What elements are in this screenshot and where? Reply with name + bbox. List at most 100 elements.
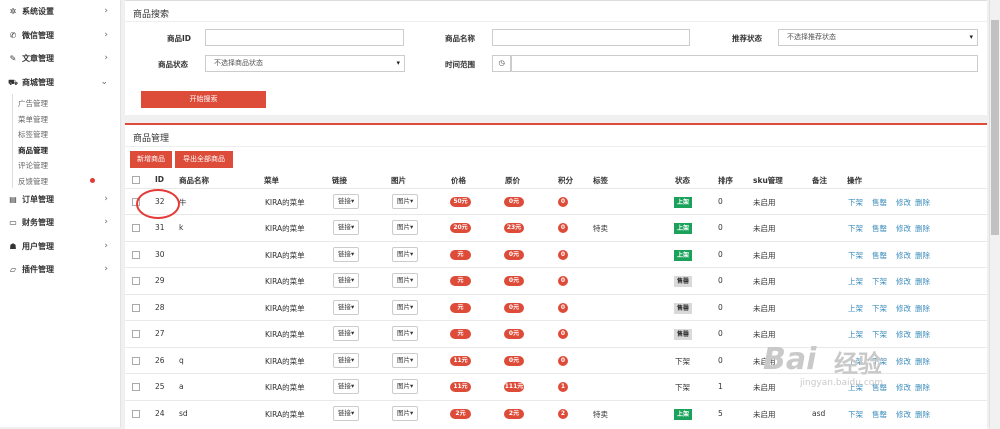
action-delete-link[interactable]: 删除 xyxy=(915,276,930,287)
row-checkbox[interactable] xyxy=(132,383,140,391)
row-checkbox[interactable] xyxy=(132,277,140,285)
action-down-link[interactable]: 下架 xyxy=(872,303,887,314)
sidebar-item-system[interactable]: ✲ 系统设置 › xyxy=(0,1,120,23)
image-dropdown[interactable]: 图片▾ xyxy=(392,300,419,315)
action-sold-link[interactable]: 售罄 xyxy=(872,223,887,234)
sidebar-subitem-ads[interactable]: 广告管理 xyxy=(18,98,48,109)
goods-name-input[interactable] xyxy=(492,29,690,46)
link-dropdown[interactable]: 链接▾ xyxy=(333,300,360,315)
image-dropdown-label: 图片 xyxy=(397,276,410,284)
orig-price-badge: 0元 xyxy=(504,276,524,286)
image-dropdown[interactable]: 图片▾ xyxy=(392,353,419,368)
action-delete-link[interactable]: 删除 xyxy=(915,409,930,420)
link-dropdown[interactable]: 链接▾ xyxy=(333,353,360,368)
action-edit-link[interactable]: 修改 xyxy=(896,197,911,208)
cell-sku: 未启用 xyxy=(753,383,776,392)
action-delete-link[interactable]: 删除 xyxy=(915,223,930,234)
row-checkbox[interactable] xyxy=(132,304,140,312)
sidebar-subitem-comments[interactable]: 评论管理 xyxy=(18,160,48,171)
action-edit-link[interactable]: 修改 xyxy=(896,223,911,234)
action-delete-link[interactable]: 删除 xyxy=(915,329,930,340)
image-dropdown-label: 图片 xyxy=(397,356,410,364)
scrollbar-thumb[interactable] xyxy=(991,20,999,235)
export-goods-button[interactable]: 导出全部商品 xyxy=(175,151,233,168)
column-header-price: 价格 xyxy=(451,176,466,185)
action-delete-link[interactable]: 删除 xyxy=(915,250,930,261)
table-row: 29 KIRA的菜单 链接▾ 图片▾ 元 0元 0 售罄 0 未启用 上架 下架 修改 删除 xyxy=(125,267,987,294)
scrollbar[interactable] xyxy=(989,0,1000,427)
row-checkbox[interactable] xyxy=(132,330,140,338)
sidebar-item-orders[interactable]: ▤ 订单管理 › xyxy=(0,189,120,211)
action-up-link[interactable]: 上架 xyxy=(848,303,863,314)
column-header-tag: 标签 xyxy=(593,176,608,185)
image-dropdown[interactable]: 图片▾ xyxy=(392,273,419,288)
caret-down-icon: ▾ xyxy=(351,276,355,284)
link-dropdown[interactable]: 链接▾ xyxy=(333,379,360,394)
action-sold-link[interactable]: 售罄 xyxy=(872,197,887,208)
sidebar-item-mall[interactable]: ⛟ 商城管理 ⌄ xyxy=(0,72,120,94)
row-checkbox[interactable] xyxy=(132,410,140,418)
recommend-select[interactable]: 不选择推荐状态 ▾ xyxy=(778,29,978,46)
sidebar-item-wechat[interactable]: ✆ 微信管理 › xyxy=(0,25,120,47)
link-dropdown[interactable]: 链接▾ xyxy=(333,220,360,235)
time-range-input[interactable] xyxy=(511,55,978,72)
action-down-link[interactable]: 下架 xyxy=(872,276,887,287)
row-checkbox[interactable] xyxy=(132,251,140,259)
action-edit-link[interactable]: 修改 xyxy=(896,329,911,340)
action-sold-link[interactable]: 售罄 xyxy=(872,250,887,261)
action-down-link[interactable]: 下架 xyxy=(848,223,863,234)
action-up-link[interactable]: 上架 xyxy=(848,329,863,340)
action-delete-link[interactable]: 删除 xyxy=(915,382,930,393)
image-dropdown[interactable]: 图片▾ xyxy=(392,220,419,235)
image-dropdown[interactable]: 图片▾ xyxy=(392,194,419,209)
cell-id: 27 xyxy=(155,329,165,338)
caret-down-icon: ▾ xyxy=(351,356,355,364)
action-delete-link[interactable]: 删除 xyxy=(915,356,930,367)
image-dropdown[interactable]: 图片▾ xyxy=(392,247,419,262)
sidebar-item-plugins[interactable]: ▱ 插件管理 › xyxy=(0,259,120,281)
cell-name: 牛 xyxy=(179,198,187,207)
sidebar-subitem-goods[interactable]: 商品管理 xyxy=(18,145,48,156)
add-goods-button[interactable]: 新增商品 xyxy=(130,151,172,168)
action-edit-link[interactable]: 修改 xyxy=(896,276,911,287)
link-dropdown[interactable]: 链接▾ xyxy=(333,326,360,341)
action-edit-link[interactable]: 修改 xyxy=(896,303,911,314)
action-edit-link[interactable]: 修改 xyxy=(896,250,911,261)
row-checkbox[interactable] xyxy=(132,357,140,365)
image-dropdown[interactable]: 图片▾ xyxy=(392,326,419,341)
sidebar-item-finance[interactable]: ▭ 财务管理 › xyxy=(0,212,120,234)
sidebar-item-article[interactable]: ✎ 文章管理 › xyxy=(0,48,120,70)
link-dropdown[interactable]: 链接▾ xyxy=(333,247,360,262)
action-down-link[interactable]: 下架 xyxy=(848,409,863,420)
action-down-link[interactable]: 下架 xyxy=(848,250,863,261)
caret-down-icon: ▾ xyxy=(351,329,355,337)
sidebar-item-users[interactable]: ☗ 用户管理 › xyxy=(0,236,120,258)
link-dropdown[interactable]: 链接▾ xyxy=(333,273,360,288)
sidebar-subitem-feedback[interactable]: 反馈管理 xyxy=(18,176,48,187)
action-delete-link[interactable]: 删除 xyxy=(915,197,930,208)
link-dropdown[interactable]: 链接▾ xyxy=(333,194,360,209)
image-dropdown[interactable]: 图片▾ xyxy=(392,379,419,394)
cell-sort: 0 xyxy=(718,223,723,232)
action-down-link[interactable]: 下架 xyxy=(872,329,887,340)
action-delete-link[interactable]: 删除 xyxy=(915,303,930,314)
caret-down-icon: ▾ xyxy=(410,250,414,258)
link-dropdown[interactable]: 链接▾ xyxy=(333,406,360,421)
start-search-button[interactable]: 开始搜索 xyxy=(141,91,266,108)
cell-id: 28 xyxy=(155,303,165,312)
goods-status-select[interactable]: 不选择商品状态 ▾ xyxy=(205,55,405,72)
action-sold-link[interactable]: 售罄 xyxy=(872,409,887,420)
price-badge: 元 xyxy=(450,329,471,339)
action-up-link[interactable]: 上架 xyxy=(848,276,863,287)
action-edit-link[interactable]: 修改 xyxy=(896,356,911,367)
sidebar-subitem-menu[interactable]: 菜单管理 xyxy=(18,114,48,125)
action-down-link[interactable]: 下架 xyxy=(848,197,863,208)
image-dropdown[interactable]: 图片▾ xyxy=(392,406,419,421)
action-edit-link[interactable]: 修改 xyxy=(896,409,911,420)
select-all-checkbox[interactable] xyxy=(132,176,140,184)
action-edit-link[interactable]: 修改 xyxy=(896,382,911,393)
row-checkbox[interactable] xyxy=(132,224,140,232)
sidebar-subitem-tags[interactable]: 标签管理 xyxy=(18,129,48,140)
link-dropdown-label: 链接 xyxy=(338,223,351,231)
goods-id-input[interactable] xyxy=(205,29,404,46)
